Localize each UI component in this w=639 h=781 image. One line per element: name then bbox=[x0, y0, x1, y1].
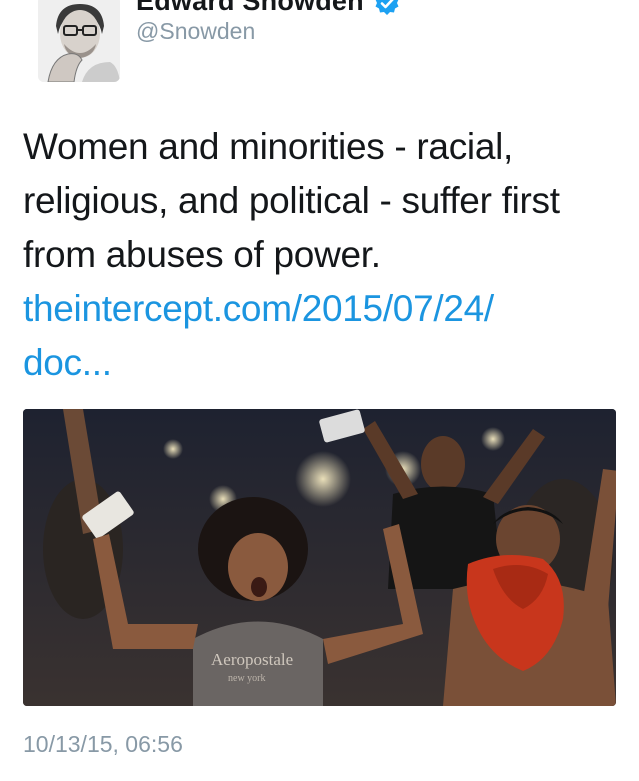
tweet-link-line-2: doc... bbox=[23, 342, 112, 383]
tweet-link-line-1: theintercept.com/2015/07/24/ bbox=[23, 288, 494, 329]
avatar-image bbox=[38, 0, 120, 82]
verified-badge-icon bbox=[375, 0, 399, 15]
avatar[interactable] bbox=[38, 0, 120, 82]
protest-photo: Aeropostale new york bbox=[23, 409, 616, 706]
tweet-timestamp[interactable]: 10/13/15, 06:56 bbox=[23, 731, 183, 758]
tweet-link[interactable]: theintercept.com/2015/07/24/ doc... bbox=[23, 282, 623, 390]
user-handle[interactable]: @Snowden bbox=[136, 18, 255, 45]
tweet-text: Women and minorities - racial, religious… bbox=[23, 126, 560, 275]
shirt-subtext: new york bbox=[228, 673, 266, 684]
tweet-media-image[interactable]: Aeropostale new york bbox=[23, 409, 616, 706]
shirt-text: Aeropostale bbox=[211, 650, 293, 669]
display-name[interactable]: Edward Snowden bbox=[136, 0, 364, 17]
